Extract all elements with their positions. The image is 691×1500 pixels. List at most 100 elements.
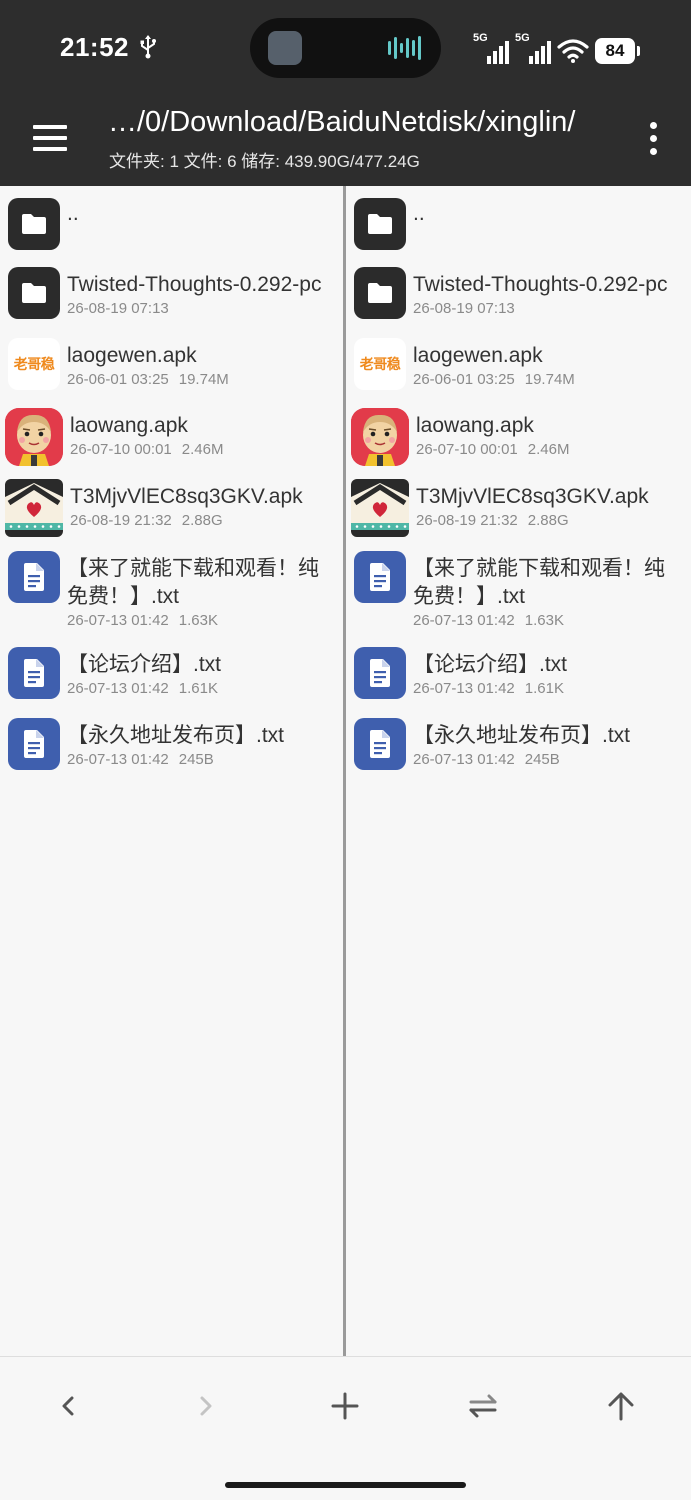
dynamic-island[interactable] (250, 18, 441, 78)
file-name: 【永久地址发布页】.txt (67, 724, 285, 747)
file-list-item[interactable]: 老哥稳 laogewen.apk 26-06-01 03:25 19.74M (0, 338, 229, 390)
file-list-item[interactable]: laowang.apk 26-07-10 00:01 2.46M (346, 408, 569, 466)
file-size: 19.74M (178, 371, 229, 388)
file-info: laowang.apk 26-07-10 00:01 2.46M (416, 408, 569, 458)
file-name: Twisted-Thoughts-0.292-pc (413, 273, 668, 296)
file-list-item[interactable]: 【论坛介绍】.txt 26-07-13 01:42 1.61K (0, 647, 221, 699)
file-info: 【来了就能下载和观看！纯免费！】.txt 26-07-13 01:42 1.63K (413, 551, 675, 629)
storage-info: 文件夹: 1 文件: 6 储存: 439.90G/477.24G (109, 152, 420, 171)
home-indicator[interactable] (225, 1482, 466, 1488)
file-date: 26-07-10 00:01 (70, 441, 172, 458)
file-date: 26-07-13 01:42 (67, 751, 169, 768)
plus-icon (331, 1392, 359, 1420)
file-size: 2.46M (181, 441, 224, 458)
file-list-item[interactable]: 【来了就能下载和观看！纯免费！】.txt 26-07-13 01:42 1.63K (346, 551, 675, 629)
text-file-icon (354, 718, 406, 770)
file-date: 26-08-19 21:32 (416, 512, 518, 529)
file-size: 2.46M (527, 441, 570, 458)
file-size: 19.74M (524, 371, 575, 388)
file-info: 【论坛介绍】.txt 26-07-13 01:42 1.61K (413, 647, 567, 697)
file-size: 245B (524, 751, 560, 768)
file-size: 1.63K (178, 612, 218, 629)
usb-icon (140, 35, 156, 59)
file-list-item[interactable]: 【论坛介绍】.txt 26-07-13 01:42 1.61K (346, 647, 567, 699)
forward-button[interactable] (176, 1381, 236, 1431)
status-time: 21:52 (60, 32, 129, 62)
file-info: 【永久地址发布页】.txt 26-07-13 01:42 245B (413, 718, 630, 768)
file-name: .. (67, 202, 79, 225)
file-name: 【永久地址发布页】.txt (413, 724, 631, 747)
file-name: laogewen.apk (413, 344, 543, 367)
file-name: laogewen.apk (67, 344, 197, 367)
file-name: Twisted-Thoughts-0.292-pc (67, 273, 322, 296)
file-info: 【来了就能下载和观看！纯免费！】.txt 26-07-13 01:42 1.63K (67, 551, 329, 629)
folder-icon (8, 267, 60, 319)
current-path[interactable]: …/0/Download/BaiduNetdisk/xinglin/ (108, 106, 575, 139)
arrow-up-icon (608, 1392, 634, 1421)
file-name: 【来了就能下载和观看！纯免费！】.txt (413, 557, 665, 608)
file-meta: 26-07-13 01:42 1.63K (67, 612, 329, 629)
file-name: T3MjvVlEC8sq3GKV.apk (416, 485, 649, 508)
status-indicators: 5G 5G 84 (473, 30, 640, 64)
t3-app-icon (351, 479, 409, 537)
file-meta: 26-07-13 01:42 1.61K (413, 680, 567, 697)
file-size: 2.88G (181, 512, 223, 529)
hamburger-menu-icon[interactable] (24, 116, 76, 160)
more-vert-icon[interactable] (639, 118, 667, 158)
laogewen-app-icon-text: 老哥稳 (13, 357, 55, 373)
file-info: Twisted-Thoughts-0.292-pc 26-08-19 07:13 (413, 267, 667, 317)
file-info: .. (67, 198, 79, 228)
file-name: 【来了就能下载和观看！纯免费！】.txt (67, 557, 319, 608)
file-info: 【论坛介绍】.txt 26-07-13 01:42 1.61K (67, 647, 221, 697)
file-list-item[interactable]: .. (346, 198, 425, 250)
text-file-icon (8, 647, 60, 699)
file-date: 26-07-13 01:42 (67, 612, 169, 629)
media-thumbnail (268, 31, 302, 65)
chevron-left-icon (62, 1396, 74, 1416)
file-name: 【论坛介绍】.txt (413, 653, 568, 676)
battery-icon: 84 (595, 38, 640, 64)
laogewen-app-icon: 老哥稳 (8, 338, 60, 390)
file-info: Twisted-Thoughts-0.292-pc 26-08-19 07:13 (67, 267, 321, 317)
file-list-item[interactable]: laowang.apk 26-07-10 00:01 2.46M (0, 408, 223, 466)
file-size: 1.61K (524, 680, 564, 697)
new-button[interactable] (315, 1381, 375, 1431)
file-name: .. (413, 202, 425, 225)
signal-icon: 5G (473, 32, 509, 64)
file-list-item[interactable]: .. (0, 198, 79, 250)
file-size: 245B (178, 751, 214, 768)
folder-icon (8, 198, 60, 250)
file-list-item[interactable]: 【永久地址发布页】.txt 26-07-13 01:42 245B (0, 718, 284, 770)
left-file-pane[interactable]: .. Twisted-Thoughts-0.292-pc 26-08-19 07:1… (0, 186, 343, 1356)
file-meta: 26-07-13 01:42 1.63K (413, 612, 675, 629)
file-info: laowang.apk 26-07-10 00:01 2.46M (70, 408, 223, 458)
t3-app-icon (5, 479, 63, 537)
file-date: 26-07-13 01:42 (413, 751, 515, 768)
file-list-item[interactable]: 【来了就能下载和观看！纯免费！】.txt 26-07-13 01:42 1.63K (0, 551, 329, 629)
file-date: 26-07-13 01:42 (67, 680, 169, 697)
right-file-pane[interactable]: .. Twisted-Thoughts-0.292-pc 26-08-19 07:1… (346, 186, 691, 1356)
file-info: .. (413, 198, 425, 228)
file-list-item[interactable]: Twisted-Thoughts-0.292-pc 26-08-19 07:13 (0, 267, 321, 319)
file-list-item[interactable]: T3MjvVlEC8sq3GKV.apk 26-08-19 21:32 2.88G (346, 479, 649, 537)
file-info: 【永久地址发布页】.txt 26-07-13 01:42 245B (67, 718, 284, 768)
file-date: 26-08-19 21:32 (70, 512, 172, 529)
parent-dir-button[interactable] (591, 1381, 651, 1431)
file-list-item[interactable]: 【永久地址发布页】.txt 26-07-13 01:42 245B (346, 718, 630, 770)
swap-panes-button[interactable] (453, 1381, 513, 1431)
file-list-item[interactable]: T3MjvVlEC8sq3GKV.apk 26-08-19 21:32 2.88G (0, 479, 303, 537)
file-info: T3MjvVlEC8sq3GKV.apk 26-08-19 21:32 2.88G (416, 479, 649, 529)
file-meta: 26-07-13 01:42 245B (413, 751, 630, 768)
file-list-item[interactable]: Twisted-Thoughts-0.292-pc 26-08-19 07:13 (346, 267, 667, 319)
file-list-item[interactable]: 老哥稳 laogewen.apk 26-06-01 03:25 19.74M (346, 338, 575, 390)
file-date: 26-06-01 03:25 (413, 371, 515, 388)
file-name: 【论坛介绍】.txt (67, 653, 222, 676)
text-file-icon (354, 647, 406, 699)
file-date: 26-07-13 01:42 (413, 612, 515, 629)
file-size: 1.61K (178, 680, 218, 697)
app-bar: …/0/Download/BaiduNetdisk/xinglin/ 文件夹: … (0, 98, 691, 186)
file-date: 26-07-13 01:42 (413, 680, 515, 697)
folder-icon (354, 267, 406, 319)
file-name: laowang.apk (70, 414, 188, 437)
back-button[interactable] (38, 1381, 98, 1431)
